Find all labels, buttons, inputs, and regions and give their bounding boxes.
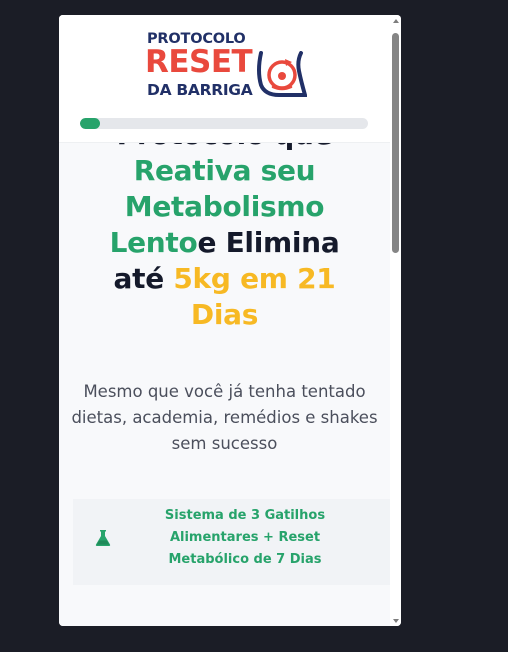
scroll-down-arrow-icon[interactable]: [393, 619, 399, 623]
hero-line-5: Dias: [190, 298, 259, 331]
feature-text: Sistema de 3 Gatilhos Alimentares + Rese…: [164, 508, 326, 567]
hero-line-2: Metabolismo: [124, 190, 325, 223]
hero-subtitle: Mesmo que você já tenha tentado dietas, …: [71, 382, 378, 453]
belly-reset-icon: [257, 51, 307, 97]
hero-ate: até: [113, 262, 174, 295]
hero-lento: Lento: [109, 226, 198, 259]
hero-line-4: até 5kg em 21: [59, 261, 390, 297]
feature-card: Sistema de 3 Gatilhos Alimentares + Rese…: [73, 499, 390, 585]
logo-text-bottom: DA BARRIGA: [147, 81, 253, 99]
scrollbar-thumb[interactable]: [392, 33, 399, 253]
page-frame: Protocolo que Reativa seu Metabolismo Le…: [59, 15, 401, 626]
scroll-content[interactable]: Protocolo que Reativa seu Metabolismo Le…: [59, 15, 390, 626]
progress-bar: [80, 118, 368, 129]
hero-elimina: e Elimina: [197, 226, 340, 259]
scrollbar[interactable]: [390, 15, 401, 626]
hero-headline: Protocolo que Reativa seu Metabolismo Le…: [59, 117, 390, 333]
brand-logo: PROTOCOLO RESET DA BARRIGA: [143, 29, 313, 101]
hero-line-1: Reativa seu: [133, 154, 316, 187]
flask-icon: [95, 530, 111, 546]
sticky-header: PROTOCOLO RESET DA BARRIGA: [59, 15, 390, 143]
hero-5kg: 5kg em 21: [173, 262, 336, 295]
logo-text-main: RESET: [145, 44, 253, 80]
scroll-up-arrow-icon[interactable]: [393, 19, 399, 23]
hero-line-3: Lentoe Elimina: [59, 225, 390, 261]
progress-bar-fill: [80, 118, 101, 129]
